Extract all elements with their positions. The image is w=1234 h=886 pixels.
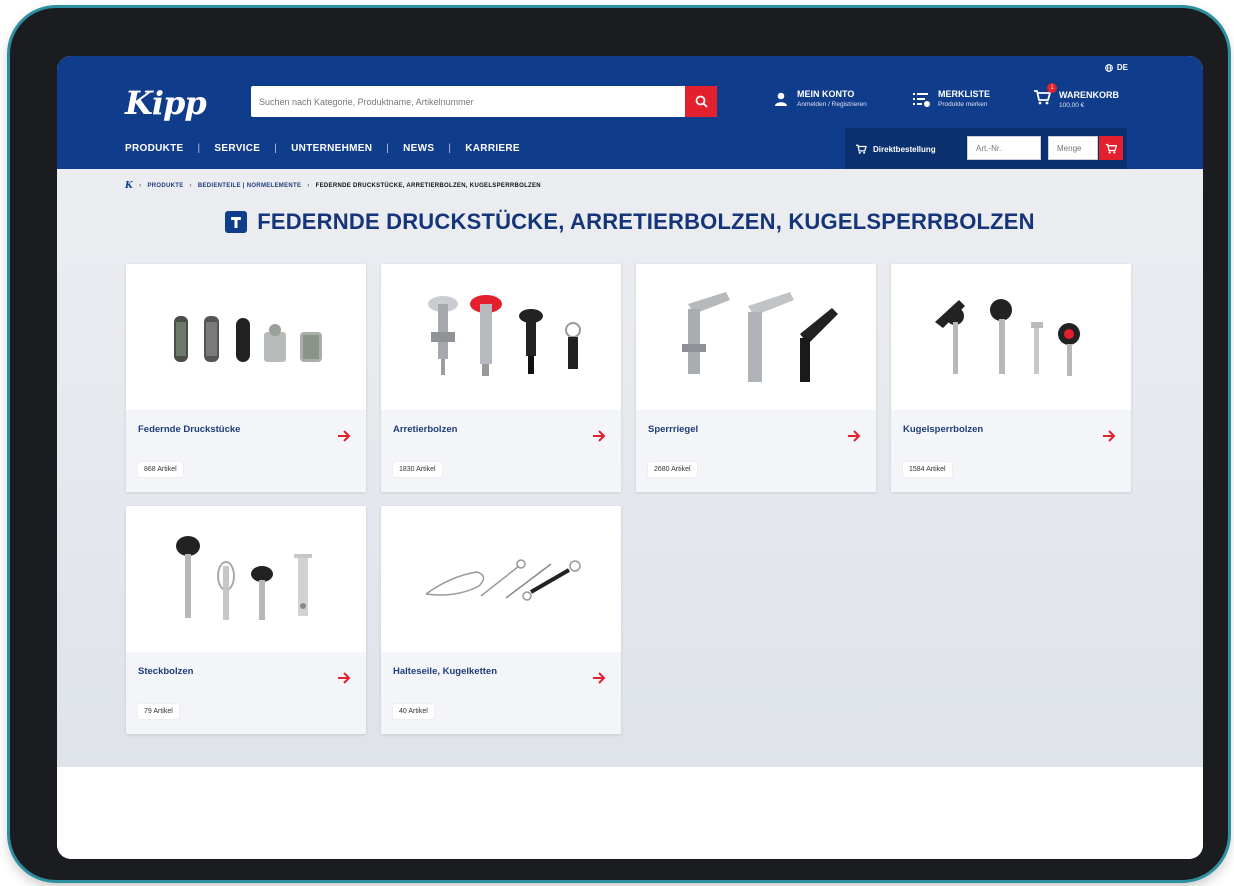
locking-pin-image — [126, 506, 366, 652]
quantity-input[interactable] — [1048, 136, 1098, 160]
category-name: Kugelsperrbolzen — [903, 424, 984, 435]
user-icon — [775, 92, 787, 106]
arrow-right-icon — [338, 430, 351, 442]
screen: Kipp DE MEIN KONTO Anmelden / Registrier… — [57, 56, 1203, 859]
search-bar — [251, 86, 717, 117]
language-label: DE — [1116, 63, 1128, 72]
nav-item-unternehmen[interactable]: UNTERNEHMEN — [291, 143, 372, 154]
nav-item-karriere[interactable]: KARRIERE — [465, 143, 520, 154]
indexing-plunger-image — [381, 264, 621, 410]
article-count-badge: 1584 Artikel — [903, 462, 952, 477]
breadcrumb-separator: › — [139, 183, 142, 189]
category-name: Halteseile, Kugelketten — [393, 666, 498, 677]
nav-separator: | — [448, 143, 452, 154]
account-subtitle: Anmelden / Registrieren — [797, 101, 867, 108]
cart-icon-wrap: 1 — [1033, 83, 1057, 110]
spring-plunger-image — [126, 264, 366, 410]
breadcrumb-separator: › — [189, 183, 192, 189]
breadcrumb-separator: › — [307, 183, 310, 189]
cart-link[interactable]: 1 WARENKORB 100,00 € — [1033, 83, 1119, 110]
breadcrumb-item-current: FEDERNDE DRUCKSTÜCKE, ARRETIERBOLZEN, KU… — [315, 183, 541, 189]
breadcrumb: K › PRODUKTE › BEDIENTEILE | NORMELEMENT… — [125, 181, 541, 191]
watchlist-title: MERKLISTE — [938, 89, 991, 99]
search-icon — [695, 95, 708, 108]
home-logo-icon[interactable]: K — [125, 181, 133, 191]
article-count-badge: 40 Artikel — [393, 704, 434, 719]
cart-subtitle: 100,00 € — [1059, 102, 1085, 109]
nav-separator: | — [386, 143, 390, 154]
article-count-badge: 79 Artikel — [138, 704, 179, 719]
category-card-halteseile[interactable]: Halteseile, Kugelketten 40 Artikel — [381, 506, 621, 734]
cart-icon — [856, 144, 867, 154]
category-card-arretierbolzen[interactable]: Arretierbolzen 1830 Artikel — [381, 264, 621, 492]
breadcrumb-item[interactable]: BEDIENTEILE | NORMELEMENTE — [198, 183, 301, 189]
category-card-federnde-druckstuecke[interactable]: Federnde Druckstücke 868 Artikel — [126, 264, 366, 492]
account-title: MEIN KONTO — [797, 89, 855, 99]
article-number-input[interactable] — [967, 136, 1041, 160]
arrow-right-icon — [848, 430, 861, 442]
account-link[interactable]: MEIN KONTO Anmelden / Registrieren — [773, 89, 867, 108]
tablet-frame: Kipp DE MEIN KONTO Anmelden / Registrier… — [10, 8, 1228, 880]
ball-lock-pin-image — [891, 264, 1131, 410]
globe-icon — [1104, 63, 1113, 72]
watchlist-subtitle: Produkte merken — [938, 101, 988, 108]
language-switch[interactable]: DE — [1104, 63, 1128, 72]
article-count-badge: 1830 Artikel — [393, 462, 442, 477]
page-title: FEDERNDE DRUCKSTÜCKE, ARRETIERBOLZEN, KU… — [257, 209, 1035, 234]
kipp-logo[interactable]: Kipp — [125, 84, 207, 122]
category-name: Sperrriegel — [648, 424, 699, 435]
category-name: Arretierbolzen — [393, 424, 458, 435]
arrow-right-icon — [338, 672, 351, 684]
category-name: Federnde Druckstücke — [138, 424, 241, 435]
watchlist-icon — [913, 92, 930, 107]
category-card-kugelsperrbolzen[interactable]: Kugelsperrbolzen 1584 Artikel — [891, 264, 1131, 492]
nav-separator: | — [197, 143, 201, 154]
page-title-row: FEDERNDE DRUCKSTÜCKE, ARRETIERBOLZEN, KU… — [57, 209, 1203, 235]
page-footer-area — [57, 767, 1203, 859]
category-card-steckbolzen[interactable]: Steckbolzen 79 Artikel — [126, 506, 366, 734]
category-card-sperrriegel[interactable]: Sperrriegel 2680 Artikel — [636, 264, 876, 492]
direct-order-panel: Direktbestellung — [845, 128, 1127, 169]
main-content: K › PRODUKTE › BEDIENTEILE | NORMELEMENT… — [57, 169, 1203, 767]
category-name: Steckbolzen — [138, 666, 194, 677]
main-nav: PRODUKTE | SERVICE | UNTERNEHMEN | NEWS … — [125, 143, 520, 154]
article-count-badge: 868 Artikel — [138, 462, 183, 477]
direct-order-label-wrap: Direktbestellung — [855, 144, 936, 154]
arrow-right-icon — [1103, 430, 1116, 442]
breadcrumb-item[interactable]: PRODUKTE — [147, 183, 183, 189]
nav-item-news[interactable]: NEWS — [403, 143, 434, 154]
arrow-right-icon — [593, 672, 606, 684]
watchlist-link[interactable]: MERKLISTE Produkte merken — [912, 89, 990, 108]
cart-icon — [1105, 143, 1117, 154]
category-icon — [225, 211, 248, 233]
cam-action-indexing-image — [636, 264, 876, 410]
nav-item-produkte[interactable]: PRODUKTE — [125, 143, 184, 154]
nav-item-service[interactable]: SERVICE — [214, 143, 260, 154]
direct-order-cart-button[interactable] — [1099, 136, 1123, 160]
article-count-badge: 2680 Artikel — [648, 462, 697, 477]
retaining-cable-image — [381, 506, 621, 652]
cart-count-badge: 1 — [1047, 83, 1057, 93]
site-header: Kipp DE MEIN KONTO Anmelden / Registrier… — [57, 56, 1203, 169]
search-button[interactable] — [685, 86, 717, 117]
cart-title: WARENKORB — [1059, 90, 1119, 100]
direct-order-label: Direktbestellung — [873, 144, 936, 154]
arrow-right-icon — [593, 430, 606, 442]
nav-separator: | — [274, 143, 278, 154]
search-input[interactable] — [251, 86, 679, 117]
